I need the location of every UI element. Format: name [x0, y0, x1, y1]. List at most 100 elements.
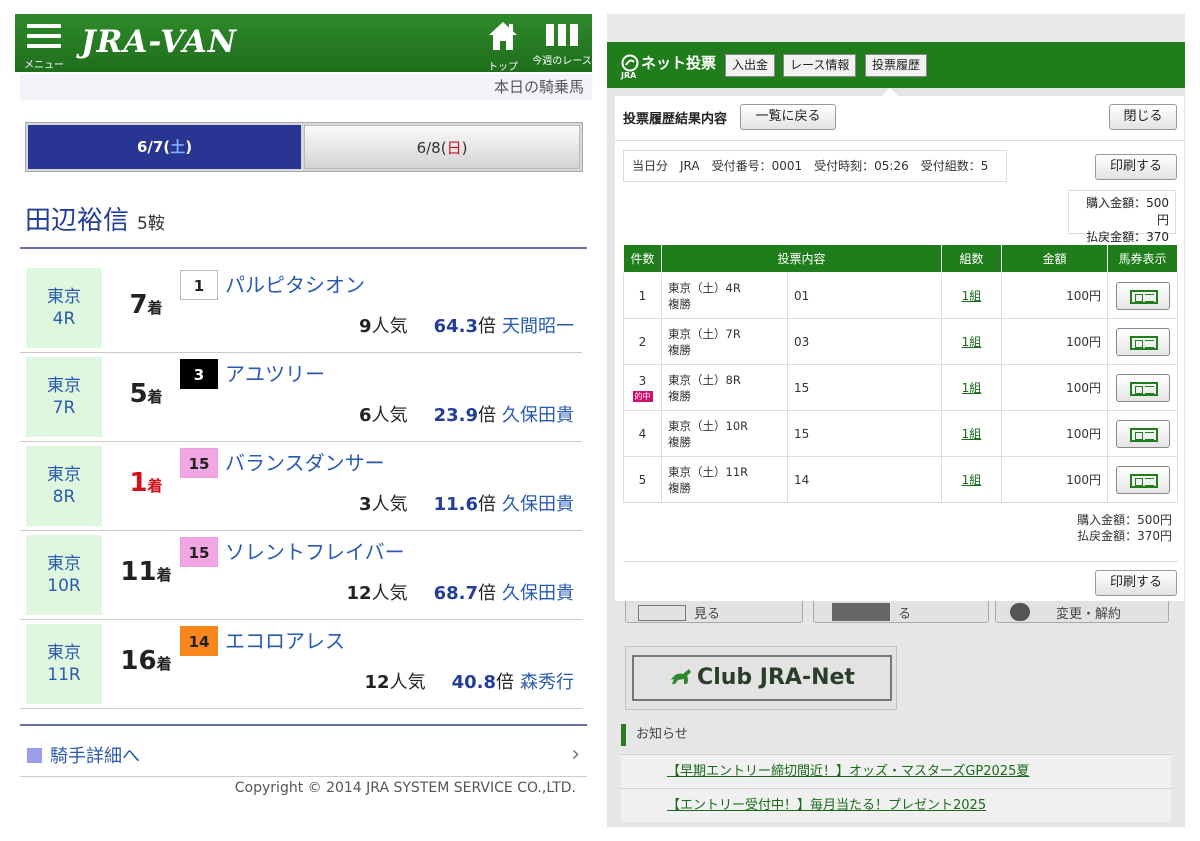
- club-jra-net-logo: Club JRA-Net: [632, 655, 892, 701]
- bet-race: 東京（土）8R 複勝: [661, 364, 788, 411]
- tab-date-saturday[interactable]: 6/7(土): [28, 125, 301, 169]
- horse-icon: [671, 669, 692, 684]
- bet-combos[interactable]: 1組: [941, 410, 1002, 457]
- trainer-name: 久保田貴: [502, 405, 574, 426]
- nav-race-info[interactable]: レース情報: [783, 54, 857, 77]
- horse-name[interactable]: アユツリー: [225, 359, 325, 389]
- ticket-view-button[interactable]: [1115, 465, 1170, 494]
- copyright: Copyright © 2014 JRA SYSTEM SERVICE CO.,…: [234, 780, 576, 796]
- bets-table: 件数 投票内容 組数 金額 馬券表示 1 東京（土）4R 複勝 01 1組 100…: [623, 244, 1178, 503]
- bet-combos[interactable]: 1組: [941, 456, 1002, 503]
- ticket-view-cell: [1107, 272, 1178, 319]
- net-vote-logo[interactable]: ネット投票 JRA: [621, 52, 716, 80]
- bet-combos[interactable]: 1組: [941, 272, 1002, 319]
- ride-stats: 12人気 68.7倍 久保田貴: [346, 583, 574, 604]
- bet-selection: 15: [787, 364, 942, 411]
- horse-number: 15: [180, 537, 218, 567]
- receipt-info: 当日分 JRA 受付番号：0001 受付時刻：05:26 受付組数：5: [623, 150, 1007, 182]
- bet-selection: 14: [787, 456, 942, 503]
- bet-selection: 15: [787, 410, 942, 457]
- ride-row[interactable]: 東京 8R 1着 15 バランスダンサー 3人気 11.6倍 久保田貴: [20, 442, 582, 531]
- square-bullet-icon: [27, 748, 42, 763]
- horse-name[interactable]: パルピタシオン: [225, 270, 365, 300]
- trainer-name: 久保田貴: [502, 494, 574, 515]
- race-venue[interactable]: 東京 7R: [26, 357, 102, 437]
- ride-stats: 9人気 64.3倍 天間昭一: [359, 316, 574, 337]
- jra-van-logo[interactable]: JRA-VAN: [81, 24, 237, 60]
- ticket-view-button[interactable]: [1115, 373, 1170, 402]
- horse-name[interactable]: バランスダンサー: [225, 448, 385, 478]
- home-icon: [489, 22, 517, 50]
- nav-vote-history[interactable]: 投票履歴: [865, 54, 928, 77]
- ride-stats: 6人気 23.9倍 久保田貴: [359, 405, 574, 426]
- ticket-icon: [1129, 289, 1158, 304]
- ticket-view-button[interactable]: [1115, 419, 1170, 448]
- bet-number: 5: [623, 456, 662, 503]
- table-row: 5 東京（土）11R 複勝 14 1組 100円: [623, 456, 1178, 503]
- ticket-view-cell: [1107, 410, 1178, 457]
- nav-deposit[interactable]: 入出金: [725, 54, 776, 77]
- notice-item[interactable]: 【エントリー受付中！】毎月当たる！プレゼント2025: [621, 788, 1171, 822]
- club-jra-net-banner[interactable]: Club JRA-Net: [625, 646, 897, 710]
- bet-amount: 100円: [1001, 410, 1108, 457]
- print-button-bottom[interactable]: 印刷する: [1095, 570, 1177, 596]
- app-header: メニュー JRA-VAN トップ 今週のレース: [15, 14, 592, 73]
- ticket-icon: [1129, 427, 1158, 442]
- notice-heading: お知らせ: [621, 724, 688, 746]
- this-week-label: 今週のレース: [532, 56, 592, 67]
- bg-change-cancel-button[interactable]: 変更・解約: [995, 599, 1169, 623]
- bet-amount: 100円: [1001, 364, 1108, 411]
- bet-race: 東京（土）7R 複勝: [661, 318, 788, 365]
- vote-history-modal: 投票履歴結果内容 一覧に戻る 閉じる 当日分 JRA 受付番号：0001 受付時…: [615, 96, 1184, 601]
- race-venue[interactable]: 東京 11R: [26, 624, 102, 704]
- race-venue[interactable]: 東京 4R: [26, 268, 102, 348]
- ticket-view-cell: [1107, 318, 1178, 365]
- bg-view-button[interactable]: 見る: [625, 599, 803, 623]
- bet-number: 1: [623, 272, 662, 319]
- bg-action-button[interactable]: る: [813, 599, 989, 623]
- back-to-list-button[interactable]: 一覧に戻る: [740, 104, 836, 130]
- table-row: 3 的中 東京（土）8R 複勝 15 1組 100円: [623, 364, 1178, 411]
- user-icon: [1010, 603, 1030, 621]
- bet-amount: 100円: [1001, 456, 1108, 503]
- col-ticket: 馬券表示: [1107, 244, 1178, 273]
- ride-row[interactable]: 東京 10R 11着 15 ソレントフレイバー 12人気 68.7倍 久保田貴: [20, 531, 582, 620]
- trainer-name: 天間昭一: [502, 316, 574, 337]
- menu-label[interactable]: メニュー: [24, 56, 64, 71]
- close-button[interactable]: 閉じる: [1109, 104, 1177, 130]
- ticket-view-button[interactable]: [1115, 281, 1170, 310]
- tab-date-sunday[interactable]: 6/8(日): [304, 125, 580, 169]
- ride-row[interactable]: 東京 4R 7着 1 パルピタシオン 9人気 64.3倍 天間昭一: [20, 264, 582, 353]
- finish-position: 16着: [120, 646, 172, 676]
- horse-name[interactable]: ソレントフレイバー: [225, 537, 405, 567]
- notice-item[interactable]: 【早期エントリー締切間近！】オッズ・マスターズGP2025夏: [621, 754, 1171, 788]
- totals-top: 購入金額：500円 払戻金額：370円: [1068, 190, 1176, 261]
- col-combos: 組数: [941, 244, 1002, 273]
- race-venue[interactable]: 東京 10R: [26, 535, 102, 615]
- horse-number: 15: [180, 448, 218, 478]
- bet-number: 4: [623, 410, 662, 457]
- race-venue[interactable]: 東京 8R: [26, 446, 102, 526]
- jockey-detail-link[interactable]: 騎手詳細へ: [27, 742, 140, 768]
- totals-bottom: 購入金額：500円 払戻金額：370円: [1077, 512, 1172, 544]
- bet-selection: 03: [787, 318, 942, 365]
- chevron-right-icon[interactable]: ›: [571, 742, 580, 767]
- ticket-icon: [1129, 381, 1158, 396]
- print-button[interactable]: 印刷する: [1095, 154, 1177, 180]
- bet-selection: 01: [787, 272, 942, 319]
- hamburger-menu-icon[interactable]: [27, 24, 61, 50]
- trainer-name: 久保田貴: [502, 583, 574, 604]
- horse-number: 3: [180, 359, 218, 389]
- table-row: 4 東京（土）10R 複勝 15 1組 100円: [623, 410, 1178, 457]
- jra-sub-label: JRA: [621, 71, 637, 80]
- ride-count: 5鞍: [137, 214, 165, 234]
- ticket-view-button[interactable]: [1115, 327, 1170, 356]
- top-button[interactable]: トップ: [473, 20, 533, 73]
- bet-combos[interactable]: 1組: [941, 364, 1002, 411]
- bet-combos[interactable]: 1組: [941, 318, 1002, 365]
- ride-row[interactable]: 東京 7R 5着 3 アユツリー 6人気 23.9倍 久保田貴: [20, 353, 582, 442]
- horse-name[interactable]: エコロアレス: [225, 626, 345, 656]
- this-week-races-button[interactable]: 今週のレース: [532, 20, 592, 67]
- ride-row[interactable]: 東京 11R 16着 14 エコロアレス 12人気 40.8倍 森秀行: [20, 620, 582, 709]
- net-vote-header: ネット投票 JRA 入出金 レース情報 投票履歴: [607, 42, 1185, 88]
